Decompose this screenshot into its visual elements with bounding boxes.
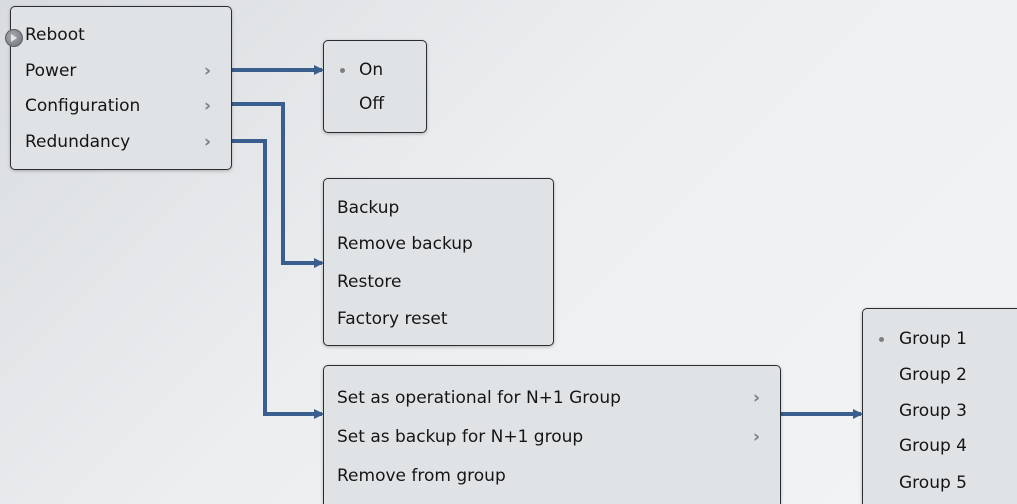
menu-item-label: On xyxy=(359,60,384,80)
power-submenu: On Off xyxy=(323,40,427,133)
menu-item-label: Restore xyxy=(337,272,402,292)
redundancy-option-remove-from-group[interactable]: Remove from group xyxy=(324,461,780,491)
configuration-option-remove-backup[interactable]: Remove backup xyxy=(324,229,553,259)
group-option-3[interactable]: Group 3 xyxy=(863,396,1017,426)
menu-item-label: Set as operational for N+1 Group xyxy=(337,388,621,408)
redundancy-submenu-arrow xyxy=(232,139,324,419)
redundancy-submenu: Set as operational for N+1 Group › Set a… xyxy=(323,365,781,504)
group-option-2[interactable]: Group 2 xyxy=(863,360,1017,390)
configuration-option-factory-reset[interactable]: Factory reset xyxy=(324,304,553,334)
menu-item-redundancy[interactable]: Redundancy › xyxy=(11,127,231,157)
menu-item-label: Reboot xyxy=(25,25,85,45)
menu-item-label: Group 1 xyxy=(899,329,967,349)
redundancy-option-set-backup[interactable]: Set as backup for N+1 group › xyxy=(324,422,780,452)
group-option-1[interactable]: Group 1 xyxy=(863,324,1017,354)
menu-item-reboot[interactable]: Reboot xyxy=(11,20,231,50)
group-option-5[interactable]: Group 5 xyxy=(863,468,1017,498)
menu-item-label: Set as backup for N+1 group xyxy=(337,427,584,447)
redundancy-option-set-operational[interactable]: Set as operational for N+1 Group › xyxy=(324,383,780,413)
menu-item-label: Backup xyxy=(337,198,400,218)
chevron-right-icon: › xyxy=(204,96,212,116)
radio-dot-icon xyxy=(340,68,345,73)
radio-dot-icon xyxy=(879,337,884,342)
power-option-on[interactable]: On xyxy=(324,55,426,85)
configuration-submenu: Backup Remove backup Restore Factory res… xyxy=(323,178,554,346)
menu-item-label: Configuration xyxy=(25,96,141,116)
menu-item-label: Remove backup xyxy=(337,234,473,254)
menu-item-label: Off xyxy=(359,94,385,114)
group-submenu: Group 1 Group 2 Group 3 Group 4 Group 5 xyxy=(862,308,1017,504)
chevron-right-icon: › xyxy=(204,132,212,152)
menu-item-configuration[interactable]: Configuration › xyxy=(11,91,231,121)
configuration-option-backup[interactable]: Backup xyxy=(324,193,553,223)
menu-item-power[interactable]: Power › xyxy=(11,56,231,86)
chevron-right-icon: › xyxy=(753,388,761,408)
menu-item-label: Group 3 xyxy=(899,401,967,421)
configuration-option-restore[interactable]: Restore xyxy=(324,267,553,297)
configuration-submenu-arrow xyxy=(232,102,324,268)
menu-item-label: Power xyxy=(25,61,77,81)
menu-item-label: Group 2 xyxy=(899,365,967,385)
main-context-menu: Reboot Power › Configuration › Redundanc… xyxy=(5,6,232,170)
menu-item-label: Group 4 xyxy=(899,436,967,456)
group-option-4[interactable]: Group 4 xyxy=(863,431,1017,461)
chevron-right-icon: › xyxy=(204,61,212,81)
menu-item-label: Redundancy xyxy=(25,132,131,152)
power-option-off[interactable]: Off xyxy=(324,89,426,119)
menu-item-label: Remove from group xyxy=(337,466,506,486)
menu-item-label: Group 5 xyxy=(899,473,967,493)
menu-item-label: Factory reset xyxy=(337,309,448,329)
chevron-right-icon: › xyxy=(753,427,761,447)
